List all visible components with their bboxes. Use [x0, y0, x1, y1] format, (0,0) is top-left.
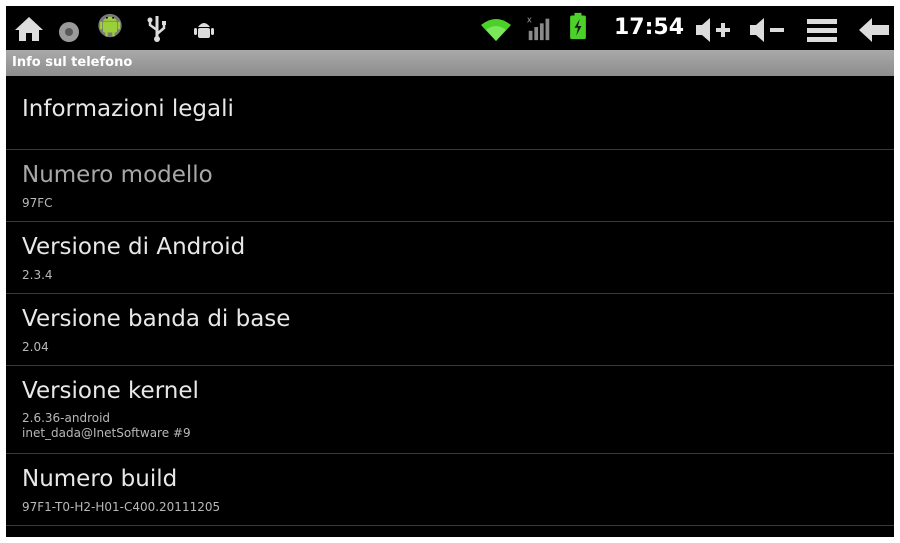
- item-value-line: inet_dada@InetSoftware #9: [22, 426, 191, 440]
- item-title: Versione banda di base: [22, 306, 291, 332]
- usb-icon: [147, 16, 166, 42]
- list-item-android-version[interactable]: Versione di Android 2.3.4: [6, 222, 894, 294]
- home-icon[interactable]: [14, 15, 44, 43]
- item-title: Versione kernel: [22, 378, 199, 404]
- android-screen: x 17:54 Info sul telefono Informazioni l…: [6, 6, 894, 537]
- item-value: 2.3.4: [22, 268, 53, 283]
- battery-charging-icon: [570, 12, 586, 40]
- clock: 17:54: [614, 15, 685, 40]
- item-title: Numero modello: [22, 162, 213, 188]
- wifi-icon: [481, 19, 511, 41]
- page-title: Info sul telefono: [6, 50, 894, 76]
- item-value: 97FC: [22, 196, 53, 211]
- item-title: Numero build: [22, 466, 178, 492]
- list-item-build-number[interactable]: Numero build 97F1-T0-H2-H01-C400.2011120…: [6, 454, 894, 526]
- record-icon: [59, 22, 79, 42]
- volume-up-icon[interactable]: [694, 16, 734, 44]
- item-value: 2.04: [22, 340, 49, 355]
- list-item-baseband-version[interactable]: Versione banda di base 2.04: [6, 294, 894, 366]
- item-value: 2.6.36-android inet_dada@InetSoftware #9: [22, 411, 191, 441]
- settings-list: Informazioni legali Numero modello 97FC …: [6, 76, 894, 526]
- item-title: Versione di Android: [22, 234, 246, 260]
- signal-icon: x: [527, 14, 550, 41]
- list-item-model-number[interactable]: Numero modello 97FC: [6, 150, 894, 222]
- android-app-icon: [98, 13, 122, 38]
- menu-icon[interactable]: [806, 16, 838, 44]
- item-title: Informazioni legali: [22, 96, 234, 122]
- debug-icon: [194, 23, 214, 38]
- svg-text:x: x: [527, 14, 532, 24]
- list-item-legal-info[interactable]: Informazioni legali: [6, 76, 894, 150]
- back-icon[interactable]: [858, 16, 890, 44]
- item-value: 97F1-T0-H2-H01-C400.20111205: [22, 500, 220, 515]
- item-value-line: 2.6.36-android: [22, 411, 111, 425]
- item-value-line: 97F1-T0-H2-H01-C400.20111205: [22, 500, 221, 514]
- status-bar: x 17:54: [6, 6, 894, 50]
- item-value-line: 2.04: [22, 340, 49, 354]
- item-value-line: 97FC: [22, 196, 53, 210]
- item-value-line: 2.3.4: [22, 268, 53, 282]
- volume-down-icon[interactable]: [748, 16, 786, 44]
- list-item-kernel-version[interactable]: Versione kernel 2.6.36-android inet_dada…: [6, 366, 894, 454]
